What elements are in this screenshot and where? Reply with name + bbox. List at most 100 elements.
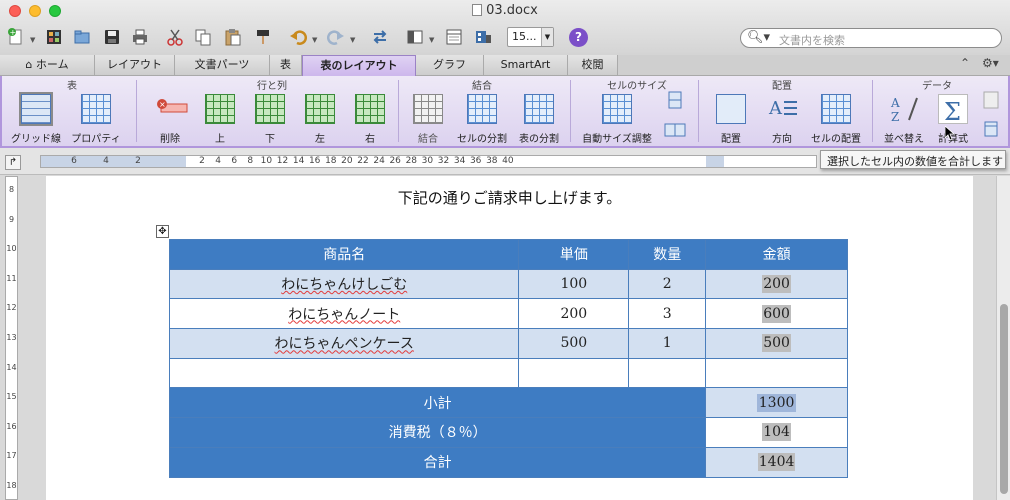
help-icon[interactable]: ? bbox=[569, 28, 588, 47]
invoice-table[interactable]: 商品名 単価 数量 金額 わにちゃんけしごむ 100 2 200 わにちゃんノー… bbox=[168, 239, 848, 478]
ruler-tick: 12 bbox=[276, 156, 289, 166]
print-icon[interactable] bbox=[128, 26, 152, 48]
table-cell[interactable]: わにちゃんけしごむ bbox=[168, 268, 520, 300]
save-icon[interactable] bbox=[100, 26, 124, 48]
text-direction-button[interactable]: A 方向 bbox=[760, 94, 804, 145]
gear-icon[interactable]: ⚙▾ bbox=[982, 56, 999, 70]
table-move-handle[interactable]: ✥ bbox=[156, 225, 169, 238]
table-cell[interactable]: 2 bbox=[628, 268, 707, 300]
table-cell[interactable]: 500 bbox=[705, 328, 848, 359]
insert-left-button[interactable]: 左 bbox=[302, 94, 338, 145]
media-icon[interactable] bbox=[471, 26, 495, 48]
table-cell[interactable]: 200 bbox=[705, 268, 848, 300]
distribute-columns-button[interactable] bbox=[660, 120, 688, 140]
properties-button[interactable]: プロパティ bbox=[70, 94, 122, 145]
ruler-tick: 4 bbox=[215, 156, 221, 166]
subtotal-cell[interactable]: 1300 bbox=[705, 387, 848, 419]
ruler-column-marker[interactable] bbox=[706, 156, 724, 167]
ruler-tick: 20 bbox=[341, 156, 353, 166]
search-icon[interactable]: 🔍︎▾ bbox=[747, 30, 770, 45]
table-cell[interactable]: 100 bbox=[518, 268, 630, 300]
vertical-ruler[interactable]: 8 9 10 11 12 13 14 15 16 17 18 bbox=[5, 176, 18, 500]
table-cell[interactable] bbox=[705, 357, 848, 389]
undo-dropdown-icon[interactable]: ▼ bbox=[312, 36, 317, 44]
window-title-text: 03.docx bbox=[486, 3, 538, 18]
distribute-rows-button[interactable] bbox=[660, 90, 688, 110]
svg-text:Z: Z bbox=[891, 110, 899, 124]
insert-right-button[interactable]: 右 bbox=[352, 94, 388, 145]
cell-text: 500 bbox=[762, 334, 791, 353]
autofit-button[interactable]: 自動サイズ調整 bbox=[580, 94, 654, 145]
tax-cell[interactable]: 104 bbox=[705, 417, 848, 448]
header-cell[interactable]: 金額 bbox=[705, 239, 848, 270]
redo-icon[interactable] bbox=[324, 26, 348, 48]
delete-button[interactable]: × 削除 bbox=[147, 94, 193, 145]
redo-dropdown-icon[interactable]: ▼ bbox=[350, 36, 355, 44]
format-painter-icon[interactable] bbox=[251, 26, 275, 48]
open-icon[interactable] bbox=[70, 26, 94, 48]
table-cell[interactable]: わにちゃんノート bbox=[168, 298, 520, 330]
table-cell[interactable] bbox=[628, 357, 707, 389]
swap-icon[interactable] bbox=[368, 26, 392, 48]
table-cell[interactable]: 200 bbox=[518, 298, 630, 330]
gallery-icon[interactable] bbox=[42, 26, 66, 48]
chevron-down-icon[interactable]: ▼ bbox=[541, 28, 553, 46]
paste-icon[interactable] bbox=[221, 26, 245, 48]
table-cell[interactable] bbox=[168, 357, 520, 389]
search-box[interactable]: 🔍︎▾ 文書内を検索 bbox=[740, 28, 1002, 48]
convert-table-button[interactable] bbox=[976, 90, 1004, 112]
table-cell[interactable]: 1 bbox=[628, 328, 707, 359]
zoom-select[interactable]: 15... ▼ bbox=[507, 27, 554, 47]
ruler-tick: 2 bbox=[199, 156, 205, 166]
insert-below-button[interactable]: 下 bbox=[252, 94, 288, 145]
header-cell[interactable]: 単価 bbox=[518, 239, 630, 270]
sort-button[interactable]: AZ 並べ替え bbox=[882, 94, 926, 145]
total-cell[interactable]: 1404 bbox=[705, 446, 848, 478]
new-document-icon[interactable]: + bbox=[4, 26, 28, 48]
tab-document-parts[interactable]: 文書パーツ bbox=[175, 55, 270, 75]
copy-icon[interactable] bbox=[191, 26, 215, 48]
search-input[interactable]: 文書内を検索 bbox=[779, 32, 845, 48]
tax-label[interactable]: 消費税（８％） bbox=[168, 417, 707, 448]
cut-icon[interactable] bbox=[163, 26, 187, 48]
sidebar-icon[interactable] bbox=[442, 26, 466, 48]
tab-selector-button[interactable]: ↱ bbox=[5, 155, 21, 170]
undo-icon[interactable] bbox=[286, 26, 310, 48]
tab-table-layout[interactable]: 表のレイアウト bbox=[302, 55, 416, 76]
table-cell[interactable]: 3 bbox=[628, 298, 707, 330]
table-cell[interactable]: わにちゃんペンケース bbox=[168, 328, 520, 359]
insert-above-button[interactable]: 上 bbox=[202, 94, 238, 145]
ruler-tick: 8 bbox=[8, 185, 15, 194]
table-dropdown-icon[interactable]: ▼ bbox=[429, 36, 434, 44]
tab-home[interactable]: ⌂ ホーム bbox=[0, 55, 95, 75]
table-insert-icon[interactable] bbox=[403, 26, 427, 48]
group-title-merge: 結合 bbox=[472, 81, 492, 92]
repeat-header-button[interactable] bbox=[976, 120, 1004, 140]
document-page[interactable]: 下記の通りご請求申し上げます。 ✥ 商品名 単価 数量 金額 わにちゃんけしごむ… bbox=[46, 176, 973, 500]
tab-smartart[interactable]: SmartArt bbox=[484, 55, 568, 75]
table-cell[interactable] bbox=[518, 357, 630, 389]
table-cell[interactable]: 500 bbox=[518, 328, 630, 359]
table-row: わにちゃんペンケース 500 1 500 bbox=[168, 328, 848, 359]
cell-alignment-button[interactable]: セルの配置 bbox=[808, 94, 864, 145]
new-dropdown-icon[interactable]: ▼ bbox=[30, 36, 35, 44]
split-table-button[interactable]: 表の分割 bbox=[514, 94, 564, 145]
subtotal-label[interactable]: 小計 bbox=[168, 387, 707, 419]
split-cells-button[interactable]: セルの分割 bbox=[454, 94, 510, 145]
horizontal-ruler[interactable]: 6 4 2 2 4 6 8 10 12 14 16 18 20 22 24 26 28 30 32 34 36 38 40 bbox=[40, 155, 817, 168]
scrollbar-thumb[interactable] bbox=[1000, 304, 1008, 494]
tab-charts[interactable]: グラフ bbox=[416, 55, 484, 75]
vertical-scrollbar[interactable] bbox=[996, 176, 1010, 500]
tab-review[interactable]: 校閲 bbox=[568, 55, 618, 75]
header-cell[interactable]: 数量 bbox=[628, 239, 707, 270]
table-cell[interactable]: 600 bbox=[705, 298, 848, 330]
header-cell[interactable]: 商品名 bbox=[168, 239, 520, 270]
insert-above-icon bbox=[205, 94, 235, 124]
gridlines-button[interactable]: グリッド線 bbox=[10, 94, 62, 145]
collapse-ribbon-icon[interactable]: ⌃ bbox=[960, 56, 970, 70]
merge-cells-button[interactable]: 結合 bbox=[410, 94, 446, 145]
total-label[interactable]: 合計 bbox=[168, 446, 707, 478]
tab-table[interactable]: 表 bbox=[270, 55, 302, 75]
tab-layout[interactable]: レイアウト bbox=[95, 55, 175, 75]
align-button[interactable]: 配置 bbox=[708, 94, 754, 145]
